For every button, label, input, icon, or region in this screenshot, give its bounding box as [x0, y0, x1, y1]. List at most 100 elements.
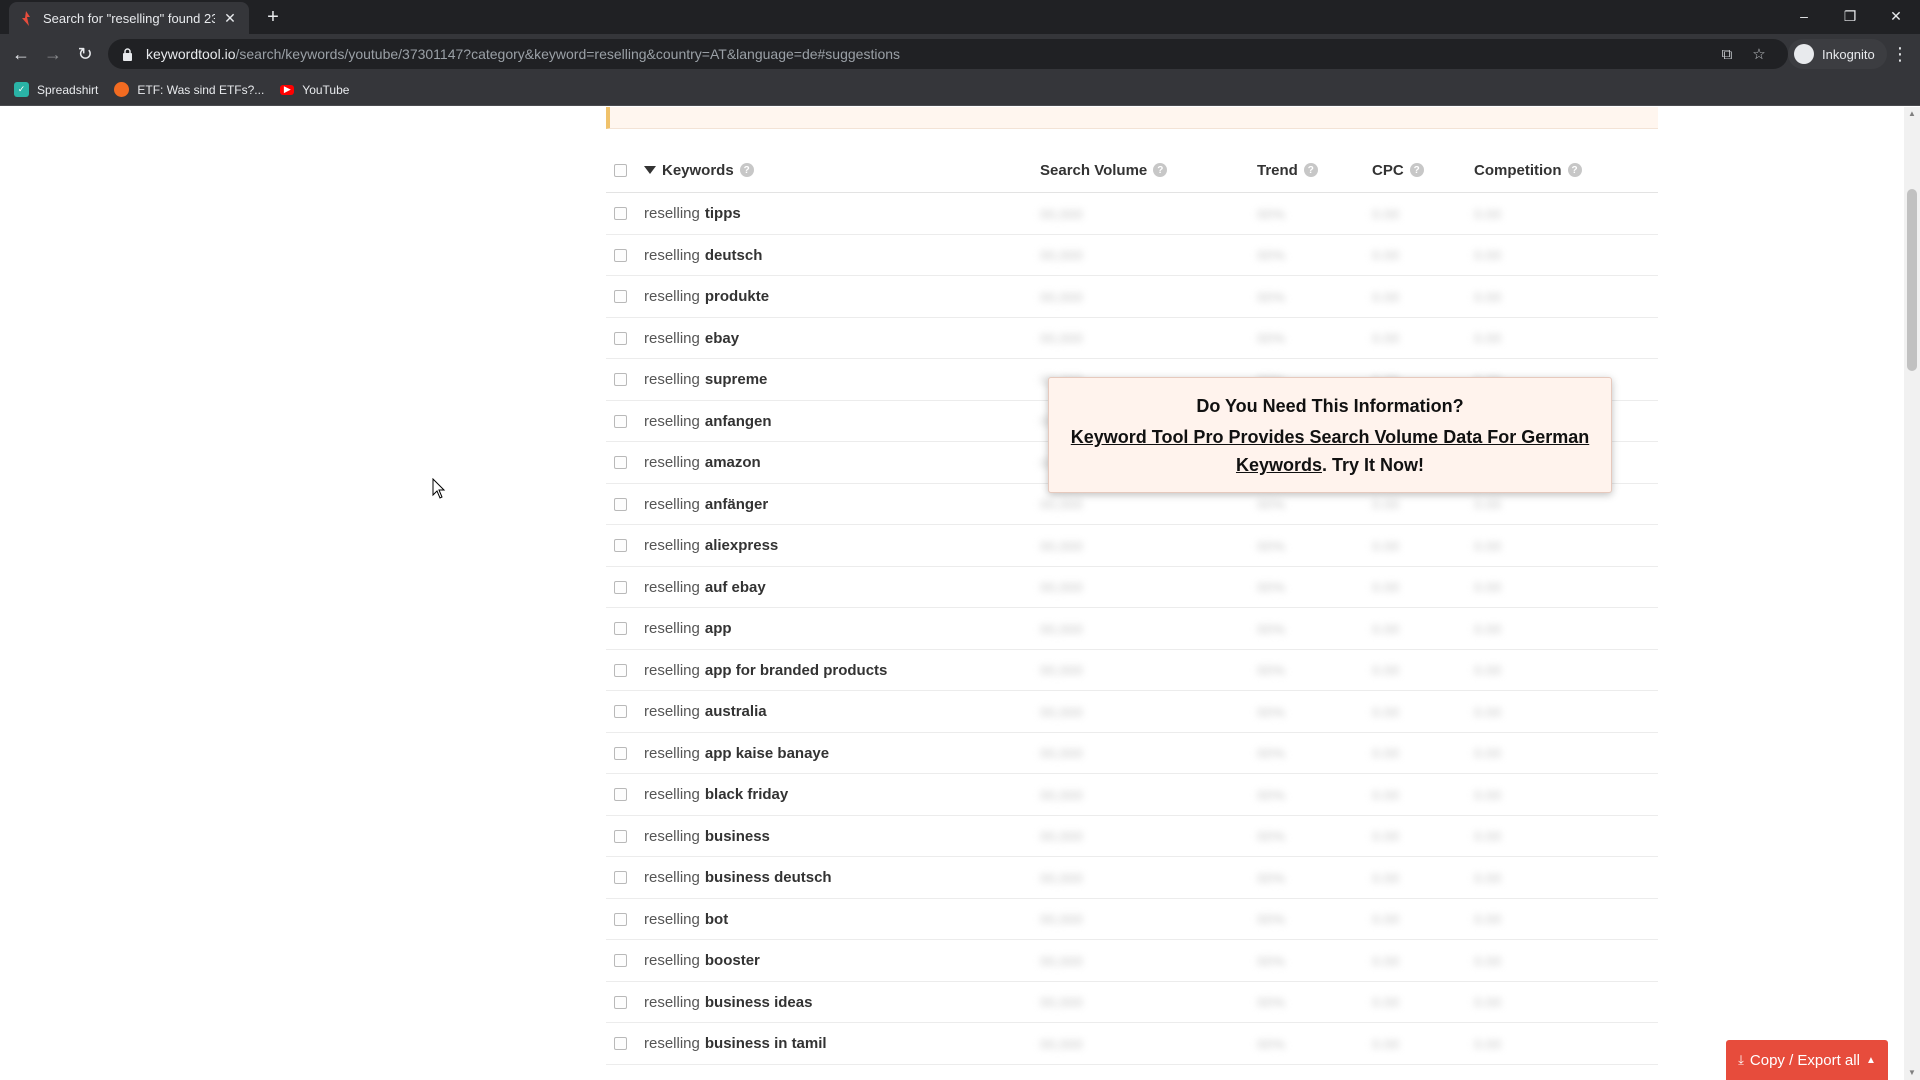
bookmark-spreadshirt[interactable]: ✓ Spreadshirt [14, 82, 98, 97]
header-cpc[interactable]: CPC ? [1372, 147, 1424, 193]
competition-cell: 0.00 [1474, 662, 1502, 678]
new-tab-icon[interactable]: + [262, 6, 284, 28]
keyword-suffix: amazon [704, 454, 761, 471]
row-checkbox[interactable] [614, 580, 627, 594]
keyword-suffix: australia [704, 703, 767, 720]
row-checkbox[interactable] [614, 705, 627, 718]
copy-export-all-button[interactable]: ⤓ Copy / Export all ▲ [1726, 1040, 1888, 1080]
select-all-checkbox[interactable] [614, 163, 627, 177]
row-checkbox[interactable] [614, 290, 627, 303]
scroll-up-icon[interactable]: ▲ [1904, 107, 1920, 121]
keyword-cell[interactable]: reselling supreme [644, 359, 767, 400]
help-icon[interactable]: ? [1567, 163, 1582, 177]
keyword-cell[interactable]: reselling auf ebay [644, 567, 766, 608]
bookmark-youtube[interactable]: ▶ YouTube [280, 83, 349, 97]
search-volume-cell: 00,000 [1040, 952, 1083, 969]
keyword-suffix: business ideas [704, 993, 813, 1011]
browser-menu-icon[interactable]: ⋮ [1890, 41, 1910, 67]
row-checkbox[interactable] [614, 456, 627, 469]
row-checkbox[interactable] [614, 1037, 627, 1050]
row-checkbox[interactable] [614, 663, 627, 677]
search-volume-cell: 00,000 [1040, 330, 1083, 346]
help-icon[interactable]: ? [1303, 163, 1318, 177]
keyword-cell[interactable]: reselling business in tamil [644, 1023, 827, 1064]
row-checkbox[interactable] [614, 414, 627, 428]
keyword-cell[interactable]: reselling produkte [644, 276, 769, 317]
keyword-cell[interactable]: reselling bot [644, 899, 728, 940]
keyword-cell[interactable]: reselling ebay [644, 318, 739, 359]
search-volume-cell: 00,000 [1040, 869, 1083, 886]
header-search-volume[interactable]: Search Volume ? [1040, 147, 1168, 193]
row-checkbox-cell [614, 567, 627, 608]
tab-close-icon[interactable]: ✕ [221, 10, 239, 27]
tab-strip: Search for "reselling" found 232 ✕ + – ❐… [0, 0, 1920, 34]
row-checkbox[interactable] [614, 912, 627, 926]
header-competition[interactable]: Competition ? [1474, 147, 1582, 193]
row-checkbox[interactable] [614, 539, 627, 552]
keyword-cell[interactable]: reselling booster [644, 940, 760, 981]
row-checkbox[interactable] [614, 871, 627, 884]
scroll-down-icon[interactable]: ▼ [1904, 1066, 1920, 1080]
row-checkbox[interactable] [614, 248, 627, 262]
keyword-cell[interactable]: reselling aliexpress [644, 525, 778, 566]
cpc-cell: 0.00 [1372, 537, 1400, 554]
url-text: keywordtool.io/search/keywords/youtube/3… [146, 46, 900, 62]
reload-icon[interactable]: ↻ [72, 41, 98, 67]
cpc-cell: 0.00 [1372, 1035, 1400, 1052]
row-checkbox-cell [614, 484, 627, 525]
minimize-icon[interactable]: – [1784, 4, 1824, 28]
address-bar[interactable]: keywordtool.io/search/keywords/youtube/3… [108, 39, 1788, 69]
keyword-cell[interactable]: reselling black friday [644, 774, 788, 815]
help-icon[interactable]: ? [1409, 163, 1424, 177]
keyword-cell[interactable]: reselling amazon [644, 442, 761, 483]
competition-cell: 0.00 [1474, 1035, 1502, 1052]
row-checkbox-cell [614, 857, 627, 898]
keyword-cell[interactable]: reselling app for branded products [644, 650, 887, 691]
help-icon[interactable]: ? [739, 163, 754, 177]
row-checkbox[interactable] [614, 331, 627, 345]
keyword-cell[interactable]: reselling deutsch [644, 235, 762, 276]
help-icon[interactable]: ? [1153, 163, 1168, 177]
keyword-cell[interactable]: reselling app kaise banaye [644, 733, 829, 774]
row-checkbox[interactable] [614, 954, 627, 967]
header-keywords[interactable]: Keywords ? [644, 147, 754, 193]
window-close-icon[interactable]: ✕ [1876, 4, 1916, 28]
keyword-cell[interactable]: reselling anfangen [644, 401, 772, 442]
keyword-cell[interactable]: reselling anfänger [644, 484, 768, 525]
keyword-cell[interactable]: reselling business ideas [644, 982, 812, 1023]
bookmark-star-icon[interactable]: ☆ [1750, 46, 1768, 64]
restore-icon[interactable]: ❐ [1830, 4, 1870, 28]
row-checkbox[interactable] [614, 746, 627, 760]
row-checkbox[interactable] [614, 373, 627, 386]
keyword-suffix: anfänger [704, 495, 769, 513]
youtube-icon: ▶ [280, 84, 295, 95]
translate-icon[interactable]: ⧉ [1718, 46, 1736, 64]
back-icon[interactable]: ← [8, 41, 34, 67]
incognito-profile-button[interactable]: Inkognito [1788, 39, 1887, 69]
row-checkbox[interactable] [614, 995, 627, 1009]
row-checkbox[interactable] [614, 622, 627, 635]
keyword-cell[interactable]: reselling business deutsch [644, 857, 832, 898]
row-checkbox[interactable] [614, 788, 627, 801]
keyword-cell[interactable]: reselling australia [644, 691, 767, 732]
keyword-cell[interactable]: reselling app [644, 608, 732, 649]
cpc-cell: 0.00 [1372, 247, 1400, 263]
page-scrollbar[interactable]: ▲ ▼ [1904, 107, 1920, 1080]
row-checkbox[interactable] [614, 497, 627, 511]
cpc-cell: 0.00 [1372, 828, 1400, 844]
browser-tab[interactable]: Search for "reselling" found 232 ✕ [9, 2, 249, 34]
trend-cell: 00% [1257, 579, 1286, 595]
row-checkbox[interactable] [614, 207, 627, 220]
keyword-cell[interactable]: reselling business [644, 816, 770, 857]
bookmark-etf[interactable]: ETF: Was sind ETFs?... [114, 82, 264, 97]
scroll-thumb[interactable] [1907, 189, 1917, 371]
trend-cell: 00% [1257, 703, 1286, 720]
forward-icon[interactable]: → [40, 41, 66, 67]
search-volume-cell: 00,000 [1040, 703, 1083, 720]
header-trend[interactable]: Trend ? [1257, 147, 1318, 193]
competition-cell: 0.00 [1474, 537, 1502, 554]
keyword-cell[interactable]: reselling tipps [644, 193, 741, 234]
table-row: reselling business in tamil 00,000 00% 0.00 0… [606, 1023, 1658, 1065]
sort-desc-icon [644, 166, 656, 174]
row-checkbox[interactable] [614, 829, 627, 843]
